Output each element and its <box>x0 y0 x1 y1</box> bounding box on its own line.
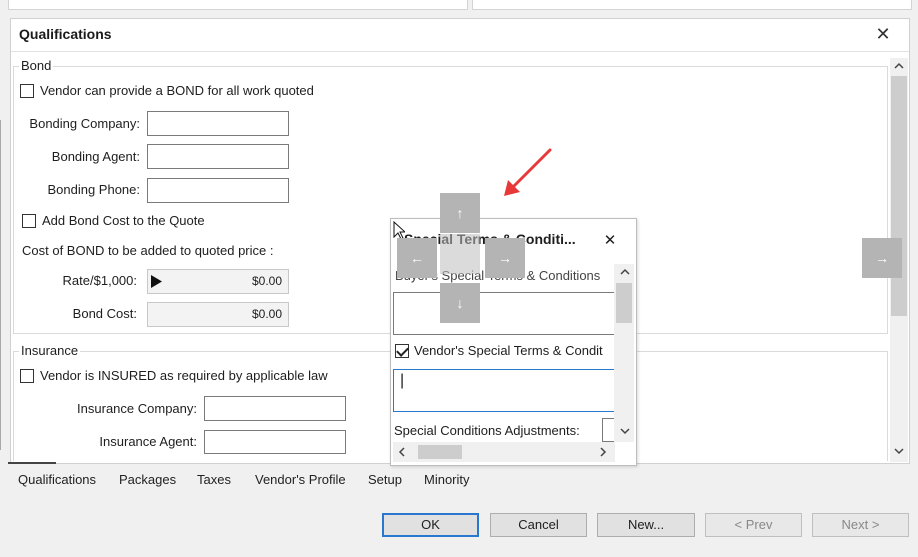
add-bond-cost-checkbox[interactable] <box>22 214 36 228</box>
dock-up-icon[interactable]: ↑ <box>440 193 480 233</box>
tab-qualifications[interactable]: Qualifications <box>18 472 96 487</box>
bonding-company-input[interactable] <box>147 111 289 136</box>
annotation-arrow-icon <box>504 148 552 196</box>
insurance-agent-input[interactable] <box>204 430 346 454</box>
dialog-scroll-right-icon[interactable] <box>600 447 607 457</box>
insurance-group-title: Insurance <box>19 343 81 358</box>
rate-field[interactable]: $0.00 <box>147 269 289 294</box>
ok-button[interactable]: OK <box>382 513 479 537</box>
vendor-terms-input[interactable]: | <box>393 369 614 412</box>
insured-label: Vendor is INSURED as required by applica… <box>40 368 328 383</box>
bonding-phone-label: Bonding Phone: <box>47 182 140 197</box>
bond-group-title: Bond <box>19 58 54 73</box>
left-edge-divider <box>0 120 1 450</box>
adjustments-input[interactable] <box>602 418 614 442</box>
rate-value: $0.00 <box>251 274 282 288</box>
tab-setup[interactable]: Setup <box>368 472 402 487</box>
insurance-company-input[interactable] <box>204 396 346 421</box>
row-pointer-icon <box>151 275 162 288</box>
scroll-down-icon[interactable] <box>894 448 904 455</box>
bonding-agent-input[interactable] <box>147 144 289 169</box>
panel-scroll-thumb[interactable] <box>891 76 907 316</box>
insurance-agent-label: Insurance Agent: <box>99 434 197 449</box>
active-tab-indicator <box>8 462 56 464</box>
dialog-content: Buyer's Special Terms & Conditions Vendo… <box>393 262 614 442</box>
tab-vendors-profile[interactable]: Vendor's Profile <box>255 472 346 487</box>
dialog-close-icon[interactable]: ✕ <box>602 231 618 249</box>
tab-taxes[interactable]: Taxes <box>197 472 231 487</box>
bond-cost-heading: Cost of BOND to be added to quoted price… <box>22 243 274 258</box>
bonding-company-label: Bonding Company: <box>29 116 140 131</box>
vendor-terms-label: Vendor's Special Terms & Condit <box>414 343 603 358</box>
insured-checkbox[interactable] <box>20 369 34 383</box>
panel-title: Qualifications <box>19 26 112 42</box>
bonding-agent-label: Bonding Agent: <box>51 149 140 164</box>
panel-close-icon[interactable]: ✕ <box>874 24 892 45</box>
dialog-scroll-down-icon[interactable] <box>620 428 630 435</box>
title-separator <box>11 51 909 52</box>
dialog-scroll-thumb[interactable] <box>616 283 632 323</box>
add-bond-cost-label: Add Bond Cost to the Quote <box>42 213 205 228</box>
next-button[interactable]: Next > <box>812 513 909 537</box>
bond-cost-value: $0.00 <box>251 307 282 321</box>
vendor-terms-checkbox[interactable] <box>395 344 409 358</box>
dialog-hscroll-thumb[interactable] <box>418 445 462 459</box>
buyer-terms-input[interactable] <box>393 292 614 335</box>
provide-bond-label: Vendor can provide a BOND for all work q… <box>40 83 314 98</box>
tab-minority[interactable]: Minority <box>424 472 470 487</box>
new-button[interactable]: New... <box>597 513 695 537</box>
dock-right-icon[interactable]: → <box>485 238 525 278</box>
dock-guide-center <box>440 234 480 274</box>
prev-button[interactable]: < Prev <box>705 513 802 537</box>
bond-cost-label: Bond Cost: <box>72 306 137 321</box>
bonding-phone-input[interactable] <box>147 178 289 203</box>
dock-down-icon[interactable]: ↓ <box>440 283 480 323</box>
adjustments-label: Special Conditions Adjustments: <box>394 423 580 438</box>
dialog-scroll-left-icon[interactable] <box>398 447 405 457</box>
dialog-scroll-up-icon[interactable] <box>620 268 630 275</box>
rate-label: Rate/$1,000: <box>62 273 137 288</box>
background-window-right <box>472 0 912 10</box>
insurance-company-label: Insurance Company: <box>77 401 197 416</box>
background-window-left <box>8 0 468 10</box>
dock-far-right-icon[interactable]: → <box>862 238 902 278</box>
bond-cost-field: $0.00 <box>147 302 289 327</box>
dock-left-icon[interactable]: ← <box>397 238 437 278</box>
scroll-up-icon[interactable] <box>894 62 904 69</box>
tab-packages[interactable]: Packages <box>119 472 176 487</box>
provide-bond-checkbox[interactable] <box>20 84 34 98</box>
cancel-button[interactable]: Cancel <box>490 513 587 537</box>
